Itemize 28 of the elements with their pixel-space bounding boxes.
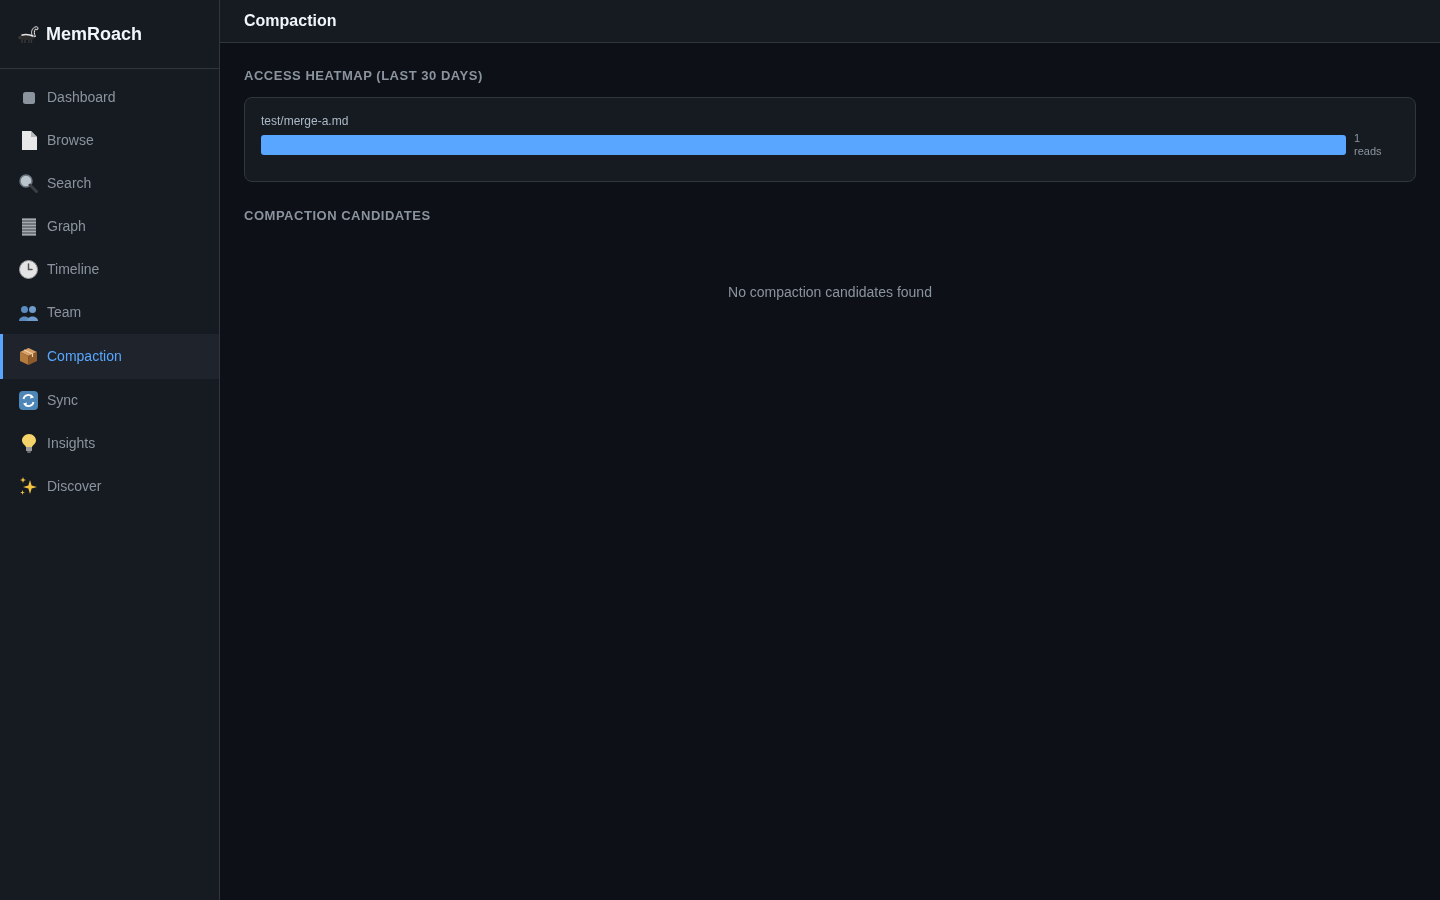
sidebar-item[interactable]: Compaction [0, 334, 219, 379]
sidebar-item[interactable]: Timeline [0, 248, 219, 291]
square-icon [22, 91, 35, 104]
animal-logo-icon [18, 24, 39, 44]
sparkles-icon [19, 477, 38, 496]
box-icon [19, 347, 38, 366]
sidebar-item[interactable]: Search [0, 162, 219, 205]
read-count: 1 reads [1354, 132, 1383, 158]
section-heading: ACCESS HEATMAP (LAST 30 DAYS) [244, 67, 484, 85]
striped-block-icon [21, 217, 36, 236]
clock-icon [19, 260, 38, 279]
sidebar-item[interactable]: Dashboard [0, 76, 219, 119]
sidebar-item[interactable]: Insights [0, 422, 219, 465]
section-heading: COMPACTION CANDIDATES [244, 207, 432, 225]
sidebar-item[interactable]: Discover [0, 465, 219, 508]
search-icon [19, 174, 38, 193]
sidebar-item[interactable]: Browse [0, 119, 219, 162]
file-name: test/merge-a.md [261, 114, 350, 129]
sidebar-item[interactable]: Team [0, 291, 219, 334]
sidebar-item[interactable]: Sync [0, 379, 219, 422]
app-title: MemRoach [46, 22, 143, 46]
sync-icon [19, 391, 38, 410]
lightbulb-icon [21, 434, 36, 453]
sidebar-item[interactable]: Graph [0, 205, 219, 248]
document-icon [20, 131, 37, 150]
people-icon [19, 304, 38, 321]
empty-state-message: No compaction candidates found [728, 283, 932, 302]
page-title: Compaction [244, 11, 337, 31]
